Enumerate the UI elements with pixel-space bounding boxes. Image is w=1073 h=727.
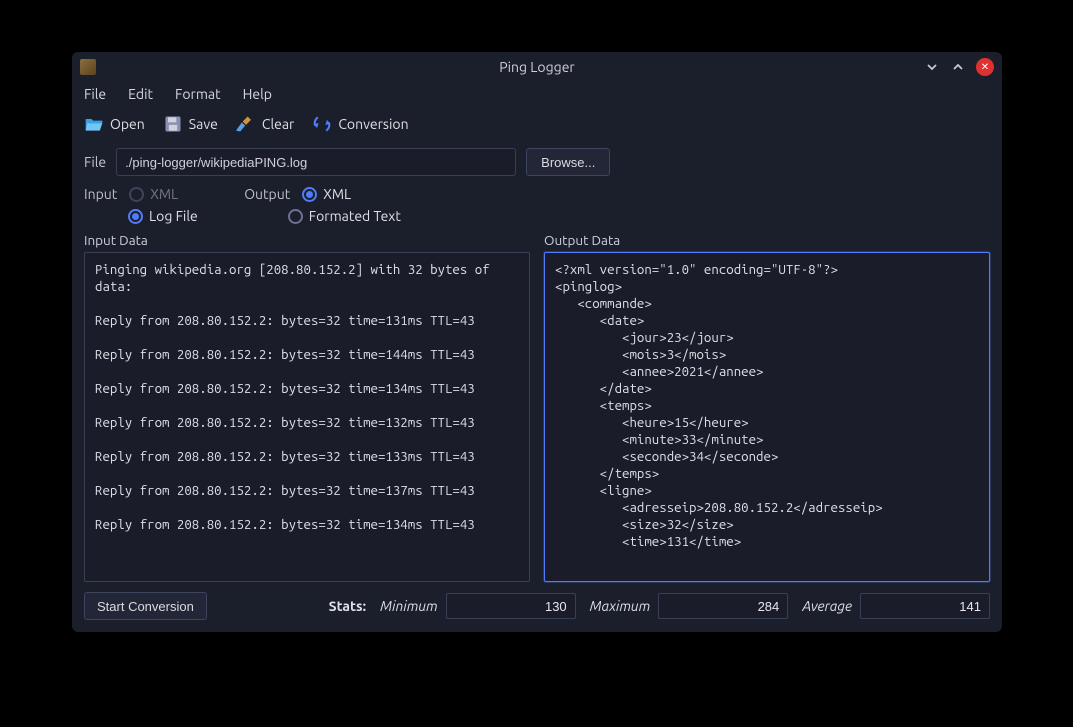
minimize-button[interactable] [924, 59, 940, 75]
open-label: Open [110, 116, 145, 132]
folder-open-icon [84, 114, 104, 134]
close-button[interactable]: ✕ [976, 58, 994, 76]
menu-help[interactable]: Help [243, 86, 272, 102]
output-format-label: Output [244, 186, 290, 202]
output-formated-text-radio[interactable]: Formated Text [288, 208, 401, 224]
format-row-2: Log File Formated Text [72, 206, 1002, 232]
app-window: Ping Logger ✕ File Edit Format Help Open… [72, 52, 1002, 632]
maximum-label: Maximum [590, 598, 651, 614]
input-textarea[interactable] [85, 253, 529, 581]
browse-button[interactable]: Browse... [526, 148, 610, 176]
output-panel-title: Output Data [544, 232, 990, 248]
format-row-1: Input XML Output XML [72, 186, 1002, 206]
output-panel: Output Data [544, 232, 990, 582]
save-button[interactable]: Save [163, 114, 218, 134]
conversion-button[interactable]: Conversion [312, 114, 408, 134]
input-logfile-radio[interactable]: Log File [128, 208, 198, 224]
data-panels: Input Data Output Data [72, 232, 1002, 582]
start-conversion-button[interactable]: Start Conversion [84, 592, 207, 620]
file-label: File [84, 154, 106, 170]
open-button[interactable]: Open [84, 114, 145, 134]
menu-format[interactable]: Format [175, 86, 221, 102]
menubar: File Edit Format Help [72, 82, 1002, 108]
input-panel-title: Input Data [84, 232, 530, 248]
input-format-label: Input [84, 186, 117, 202]
input-xml-radio[interactable]: XML [129, 186, 178, 202]
file-row: File Browse... [72, 144, 1002, 186]
file-path-input[interactable] [116, 148, 516, 176]
save-label: Save [189, 116, 218, 132]
output-xml-radio[interactable]: XML [302, 186, 351, 202]
convert-arrows-icon [312, 114, 332, 134]
input-panel: Input Data [84, 232, 530, 582]
app-icon [80, 59, 96, 75]
maximize-button[interactable] [950, 59, 966, 75]
toolbar: Open Save Clear Conversion [72, 108, 1002, 144]
titlebar: Ping Logger ✕ [72, 52, 1002, 82]
conversion-label: Conversion [338, 116, 408, 132]
average-value[interactable] [860, 593, 990, 619]
window-title: Ping Logger [72, 59, 1002, 75]
clear-button[interactable]: Clear [236, 114, 294, 134]
menu-file[interactable]: File [84, 86, 106, 102]
clear-label: Clear [262, 116, 294, 132]
output-textarea[interactable] [545, 253, 989, 581]
bottom-row: Start Conversion Stats: Minimum Maximum … [72, 582, 1002, 632]
save-disk-icon [163, 114, 183, 134]
menu-edit[interactable]: Edit [128, 86, 153, 102]
stats-label: Stats: [329, 598, 366, 614]
minimum-value[interactable] [446, 593, 576, 619]
broom-icon [236, 114, 256, 134]
minimum-label: Minimum [380, 598, 438, 614]
maximum-value[interactable] [658, 593, 788, 619]
average-label: Average [802, 598, 852, 614]
